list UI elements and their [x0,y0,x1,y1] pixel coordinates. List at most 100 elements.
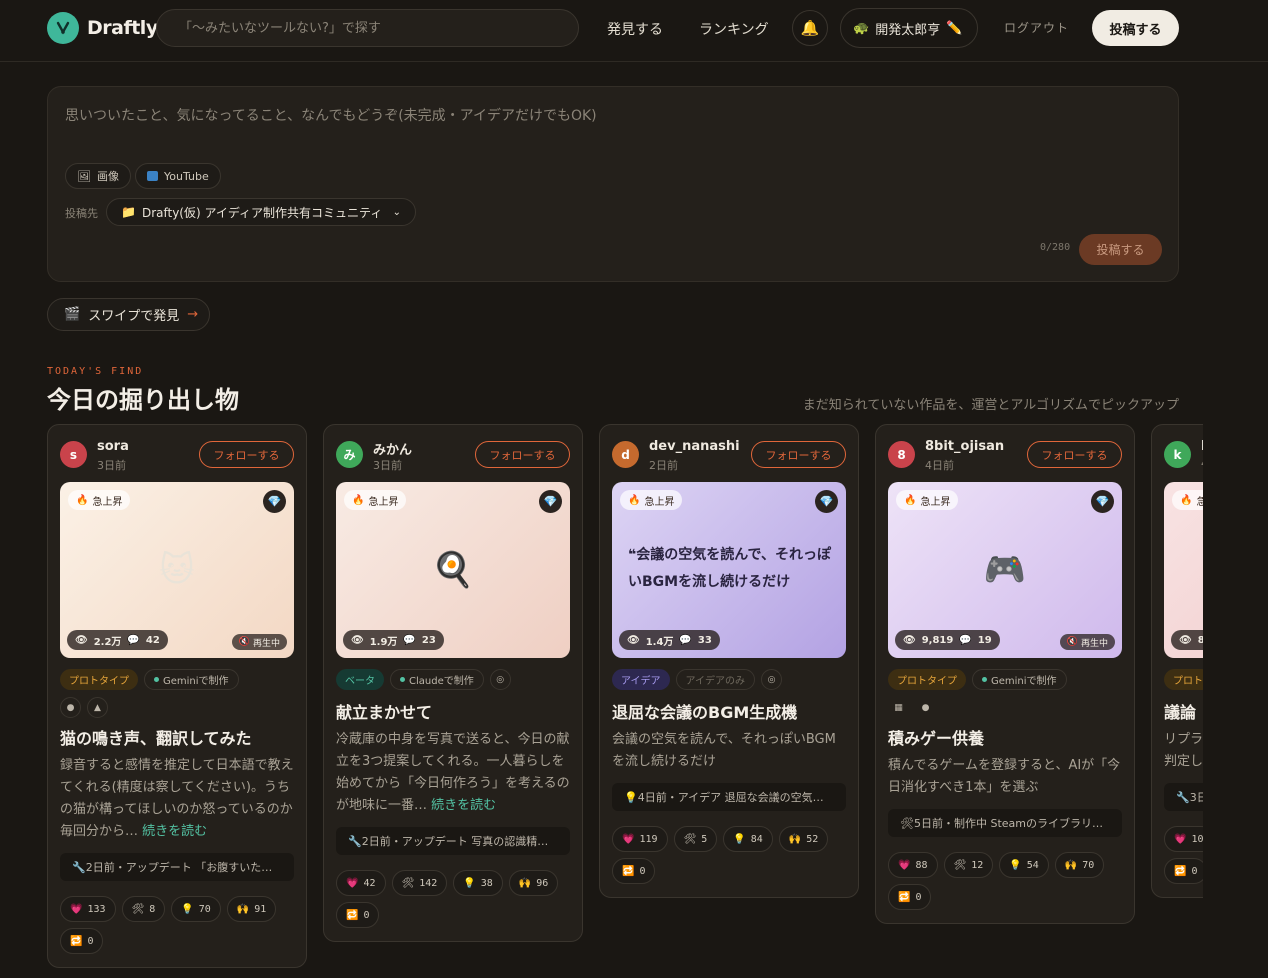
idea-only-tag[interactable]: アイデアのみ [675,669,755,690]
swipe-discover-button[interactable]: 🎬 スワイプで発見 → [47,298,210,331]
reaction-build[interactable]: 🛠 8 [121,896,166,922]
reaction-cheer[interactable]: 🙌 70 [1054,852,1105,878]
reaction-repost[interactable]: 🔁 0 [60,928,104,954]
reaction-repost[interactable]: 🔁 0 [336,902,380,928]
read-more-link[interactable]: 続きを読む [142,824,207,839]
android-icon: ▲ [87,697,108,718]
follow-button[interactable]: フォローする [1027,441,1122,468]
todays-find-carousel[interactable]: s sora 3日前 フォローする 🔥 急上昇 💎 🐱 👁 2.2万 💬 42 🔇 再生… [47,424,1203,978]
web-globe-icon: ◎ [489,669,511,690]
reaction-build[interactable]: 🛠 5 [673,826,718,852]
comments-count: 42 [145,634,160,646]
attach-youtube-button[interactable]: YouTube [135,163,221,189]
avatar[interactable]: 8 [888,441,915,468]
ai-tag[interactable]: Geminiで制作 [972,669,1067,690]
reaction-heart[interactable]: 💗 88 [888,852,938,878]
post-card[interactable]: み みかん 3日前 フォローする 🔥 急上昇 💎 🍳 👁 1.9万 💬 23 ベータ … [323,424,583,942]
card-username[interactable]: みかん [373,439,412,458]
reaction-idea[interactable]: 💡 84 [723,826,773,852]
post-card[interactable]: d dev_nanashi 2日前 フォローする 🔥 急上昇 💎 ❝会議の空気を読… [599,424,859,898]
reaction-heart[interactable]: 💗 42 [336,870,386,896]
card-title[interactable]: 猫の鳴き声、翻訳してみた [60,725,294,749]
wrench-icon: 🔧 [348,834,362,848]
card-thumbnail[interactable]: 🔥 急上昇 💎 🎮 👁 9,819 💬 19 🔇 再生中 [888,482,1122,658]
avatar[interactable]: s [60,441,87,468]
card-thumbnail[interactable]: 🔥 急上昇 💎 🐱 👁 2.2万 💬 42 🔇 再生中 [60,482,294,658]
avatar[interactable]: k [1164,441,1191,468]
repost-icon: 🔁 [70,935,83,947]
reaction-idea[interactable]: 💡 70 [171,896,221,922]
reaction-heart[interactable]: 💗 133 [60,896,116,922]
card-username[interactable]: 8bit_ojisan [925,439,1004,454]
search-input[interactable] [156,9,579,47]
attach-image-button[interactable]: 🖼 画像 [65,163,131,189]
playing-badge[interactable]: 🔇 再生中 [1059,634,1115,650]
reaction-idea[interactable]: 💡 54 [999,852,1049,878]
logo[interactable]: Draftly [47,12,158,44]
follow-button[interactable]: フォローする [199,441,294,468]
header-post-button[interactable]: 投稿する [1092,10,1179,46]
card-title[interactable]: 献立まかせて [336,699,570,723]
post-card[interactable]: k k 4 🔥急上昇 👁8 プロト 議論 リプラ判定し 🔧3日 💗10 🔁0 [1151,424,1203,898]
reaction-cheer[interactable]: 🙌 91 [226,896,277,922]
cat-icon: 🐱 [159,550,195,590]
ai-tag[interactable]: Geminiで制作 [144,669,239,690]
gem-icon: 💎 [539,490,562,513]
composer-textarea[interactable]: 思いついたこと、気になってること、なんでもどうぞ(未完成・アイデアだけでもOK) [65,105,597,125]
reaction-cheer[interactable]: 🙌 52 [778,826,829,852]
view-stats: 👁 1.9万 💬 23 [343,630,444,650]
post-card[interactable]: 8 8bit_ojisan 4日前 フォローする 🔥 急上昇 💎 🎮 👁 9,819… [875,424,1135,924]
read-more-link[interactable]: 続きを読む [431,798,496,813]
notification-bell-icon[interactable]: 🔔 [792,10,828,46]
stage-tag[interactable]: ベータ [336,669,384,690]
reaction-idea[interactable]: 💡 38 [453,870,503,896]
reaction-build[interactable]: 🛠 142 [391,870,448,896]
follow-button[interactable]: フォローする [751,441,846,468]
fire-icon: 🔥 [352,494,365,506]
stage-tag[interactable]: プロト [1164,669,1203,690]
card-thumbnail[interactable]: 🔥 急上昇 💎 🍳 👁 1.9万 💬 23 [336,482,570,658]
nav-ranking[interactable]: ランキング [699,19,769,39]
card-title[interactable]: 積みゲー供養 [888,725,1122,749]
reaction-cheer[interactable]: 🙌 96 [508,870,559,896]
reaction-heart[interactable]: 💗 119 [612,826,668,852]
comment-icon: 💬 [959,634,972,646]
card-username[interactable]: sora [97,439,129,454]
card-username[interactable]: dev_nanashi [649,439,740,454]
follow-button[interactable]: フォローする [475,441,570,468]
reaction-repost[interactable]: 🔁 0 [1164,858,1203,884]
gamepad-icon: 🎮 [983,550,1027,590]
post-card[interactable]: s sora 3日前 フォローする 🔥 急上昇 💎 🐱 👁 2.2万 💬 42 🔇 再生… [47,424,307,968]
reaction-count: 119 [639,833,658,845]
playing-badge[interactable]: 🔇 再生中 [231,634,287,650]
composer-post-button[interactable]: 投稿する [1079,234,1162,265]
update-note[interactable]: 💡 4日前・アイデア 退屈な会議の空気… [612,783,846,811]
card-thumbnail[interactable]: 🔥 急上昇 💎 ❝会議の空気を読んで、それっぽいBGMを流し続けるだけ 👁 1.4万… [612,482,846,658]
card-username[interactable]: k [1201,439,1203,454]
reaction-count: 52 [806,833,819,845]
reaction-repost[interactable]: 🔁 0 [888,884,932,910]
stage-tag[interactable]: プロトタイプ [888,669,966,690]
update-note[interactable]: 🔧 2日前・アップデート 「お腹すいた… [60,853,294,881]
user-menu[interactable]: 🐢 開発太郎亨 ✏️ [840,8,978,48]
update-note[interactable]: 🔧 3日 [1164,783,1203,811]
card-thumbnail[interactable]: 🔥急上昇 👁8 [1164,482,1203,658]
card-title[interactable]: 議論 [1164,699,1203,723]
update-note[interactable]: 🛠 5日前・制作中 Steamのライブラリ… [888,809,1122,837]
tag-row: プロトタイプ Geminiで制作 [888,669,1067,690]
update-note[interactable]: 🔧 2日前・アップデート 写真の認識精… [336,827,570,855]
reaction-repost[interactable]: 🔁 0 [612,858,656,884]
logout-link[interactable]: ログアウト [1004,19,1069,36]
reaction-build[interactable]: 🛠 12 [943,852,994,878]
card-title[interactable]: 退屈な会議のBGM生成機 [612,699,846,723]
reaction-heart[interactable]: 💗 10 [1164,826,1203,852]
ai-tag[interactable]: Claudeで制作 [390,669,484,690]
avatar[interactable]: み [336,441,363,468]
stage-tag[interactable]: アイデア [612,669,670,690]
gem-icon: 💎 [1091,490,1114,513]
post-composer[interactable]: 思いついたこと、気になってること、なんでもどうぞ(未完成・アイデアだけでもOK)… [47,86,1179,282]
stage-tag[interactable]: プロトタイプ [60,669,138,690]
nav-discover[interactable]: 発見する [607,19,663,39]
target-select[interactable]: 📁 Drafty(仮) アイディア制作共有コミュニティ ⌄ [106,198,416,226]
avatar[interactable]: d [612,441,639,468]
